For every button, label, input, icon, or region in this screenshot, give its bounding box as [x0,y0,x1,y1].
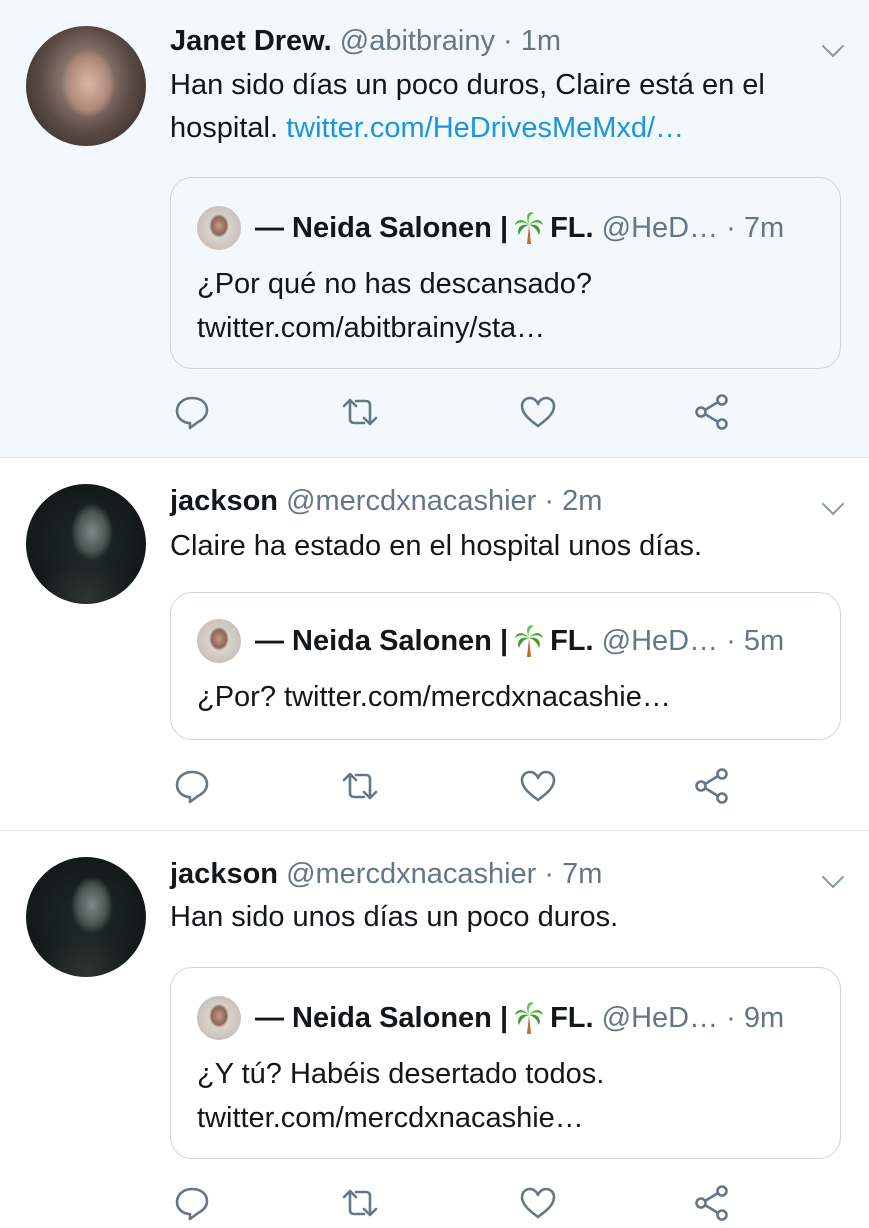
like-button[interactable] [518,766,558,806]
quoted-author-name: — Neida Salonen | [255,624,509,657]
share-icon [695,1185,728,1221]
reply-button[interactable] [172,1183,212,1223]
retweet-icon [342,772,378,800]
quoted-tweet-text: ¿Por qué no has descansado? twitter.com/… [197,268,592,344]
quoted-tweet-header: — Neida Salonen | FL. @HeD… · 7m [197,206,784,250]
author-handle[interactable]: @abitbrainy [340,25,495,57]
retweet-button[interactable] [340,392,380,432]
author-handle[interactable]: @mercdxnacashier [286,485,536,517]
like-icon [520,396,556,428]
quoted-author-name: — Neida Salonen | [255,1001,509,1034]
quoted-tweet-header: — Neida Salonen | FL. @HeD… · 9m [197,996,784,1040]
author-name[interactable]: Janet Drew. [170,25,332,57]
retweet-button[interactable] [340,1183,380,1223]
tweet-actions [172,766,742,806]
chevron-down-icon[interactable] [821,34,845,58]
chevron-down-icon[interactable] [821,865,845,889]
quoted-tweet-time: · 9m [726,1001,785,1034]
quoted-author-flag: FL. [550,624,594,657]
palm-tree-emoji-icon [515,1002,544,1034]
like-icon [520,1187,556,1219]
tweet-actions [172,1183,742,1223]
tweet-time[interactable]: · 1m [503,25,561,57]
quoted-author-handle: @HeD… [601,1001,719,1034]
tweet[interactable]: Janet Drew. @abitbrainy · 1m Han sido dí… [0,0,869,458]
palm-tree-emoji-icon [515,212,544,244]
share-button[interactable] [692,1183,732,1223]
tweet-text: Claire ha estado en el hospital unos día… [170,530,703,562]
palm-tree-emoji-icon [515,625,544,657]
tweet-header: Janet Drew. @abitbrainy · 1m [170,25,561,58]
tweet[interactable]: jackson @mercdxnacashier · 2m Claire ha … [0,458,869,831]
quoted-tweet-time: · 5m [726,624,785,657]
chevron-down-icon[interactable] [821,492,845,516]
quoted-tweet[interactable]: — Neida Salonen | FL. @HeD… · 9m ¿Y tú? … [170,967,841,1159]
retweet-icon [342,1189,378,1217]
quoted-tweet-header: — Neida Salonen | FL. @HeD… · 5m [197,619,784,663]
quoted-author-name: — Neida Salonen | [255,211,509,244]
avatar[interactable] [26,857,146,977]
tweet[interactable]: jackson @mercdxnacashier · 7m Han sido u… [0,831,869,1221]
retweet-button[interactable] [340,766,380,806]
reply-icon [175,396,209,430]
quoted-author-flag: FL. [550,211,594,244]
share-button[interactable] [692,766,732,806]
tweet-text: Han sido unos días un poco duros. [170,901,619,933]
tweet-header: jackson @mercdxnacashier · 7m [170,858,602,891]
tweet-link[interactable]: twitter.com/HeDrivesMeMxd/… [286,112,684,144]
reply-button[interactable] [172,392,212,432]
like-button[interactable] [518,1183,558,1223]
tweet-header: jackson @mercdxnacashier · 2m [170,485,602,518]
quoted-tweet[interactable]: — Neida Salonen | FL. @HeD… · 5m ¿Por? t… [170,592,841,740]
quoted-tweet-text: ¿Y tú? Habéis desertado todos. twitter.c… [197,1058,605,1134]
share-icon [695,768,728,804]
quoted-tweet[interactable]: — Neida Salonen | FL. @HeD… · 7m ¿Por qu… [170,177,841,369]
reply-icon [175,1187,209,1221]
quoted-tweet-time: · 7m [726,211,785,244]
quoted-tweet-text: ¿Por? twitter.com/mercdxnacashie… [197,681,671,713]
reply-button[interactable] [172,766,212,806]
share-button[interactable] [692,392,732,432]
tweet-text: Han sido días un poco duros, Claire está… [170,64,850,150]
quoted-author-flag: FL. [550,1001,594,1034]
avatar [197,206,241,250]
avatar [197,996,241,1040]
share-icon [695,394,728,430]
avatar [197,619,241,663]
author-name[interactable]: jackson [170,858,278,890]
like-button[interactable] [518,392,558,432]
quoted-author-handle: @HeD… [601,211,719,244]
quoted-author-handle: @HeD… [601,624,719,657]
tweet-actions [172,392,742,432]
author-handle[interactable]: @mercdxnacashier [286,858,536,890]
tweet-time[interactable]: · 2m [544,485,602,517]
tweet-time[interactable]: · 7m [544,858,602,890]
retweet-icon [342,398,378,426]
author-name[interactable]: jackson [170,485,278,517]
reply-icon [175,770,209,804]
like-icon [520,770,556,802]
avatar[interactable] [26,26,146,146]
avatar[interactable] [26,484,146,604]
